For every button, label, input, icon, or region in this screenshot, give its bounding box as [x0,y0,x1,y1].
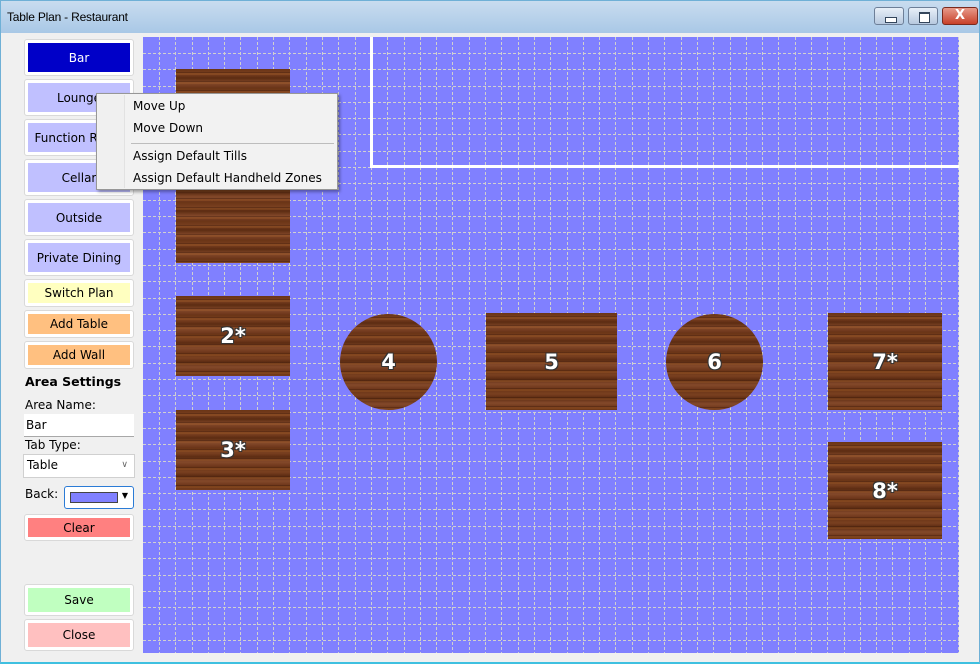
tab-type-label: Tab Type: [25,438,81,452]
table-label: 5 [544,349,559,374]
add-table-button[interactable]: Add Table [24,310,134,338]
table-3[interactable]: 3* [176,410,290,490]
table-label: 4 [381,350,396,374]
title-bar[interactable]: Table Plan - Restaurant X [1,1,979,33]
table-label: 2* [220,324,246,348]
menu-item-move-down[interactable]: Move Down [99,117,335,139]
clear-label: Clear [28,518,130,537]
area-button-bar[interactable]: Bar [24,39,134,76]
context-menu: Move Up Move Down Assign Default Tills A… [96,93,338,190]
table-2[interactable]: 2* [176,296,290,376]
table-label: 8* [872,478,898,503]
switch-plan-label: Switch Plan [28,283,130,303]
maximize-button[interactable] [908,7,938,25]
menu-item-assign-default-handheld-zones[interactable]: Assign Default Handheld Zones [99,167,335,189]
dropdown-arrow-icon: ▼ [121,491,128,500]
add-table-label: Add Table [28,314,130,334]
clear-button[interactable]: Clear [24,514,134,541]
save-label: Save [28,588,130,612]
minimize-icon [875,8,903,24]
tab-type-select[interactable]: Table ∨ [23,454,135,478]
table-label: 6 [707,350,722,374]
switch-plan-button[interactable]: Switch Plan [24,279,134,307]
table-label: 7* [872,349,898,374]
save-button[interactable]: Save [24,584,134,616]
color-swatch [70,492,118,503]
area-button-label: Bar [28,43,130,72]
table-4[interactable]: 4 [340,314,437,410]
close-window-button[interactable]: X [942,7,978,25]
menu-item-assign-default-tills[interactable]: Assign Default Tills [99,145,335,167]
table-plan-window: Table Plan - Restaurant X Bar Lounge Fun… [0,0,980,664]
area-button-label: Private Dining [28,243,130,272]
area-button-label: Outside [28,203,130,232]
wall-horizontal[interactable] [370,165,959,168]
table-label: 3* [220,438,246,462]
tab-type-value: Table [27,458,59,472]
back-label: Back: [25,487,59,501]
add-wall-label: Add Wall [28,345,130,365]
chevron-down-icon: ∨ [121,460,128,470]
table-6[interactable]: 6 [666,314,763,410]
table-5[interactable]: 5 [486,313,617,410]
maximize-icon [909,8,937,24]
area-settings-heading: Area Settings [25,374,122,389]
table-8[interactable]: 8* [828,442,942,539]
table-7[interactable]: 7* [828,313,942,410]
menu-item-move-up[interactable]: Move Up [99,95,335,117]
close-button[interactable]: Close [24,619,134,651]
area-name-label: Area Name: [25,398,96,412]
add-wall-button[interactable]: Add Wall [24,341,134,369]
window-title: Table Plan - Restaurant [7,10,128,24]
wall-vertical[interactable] [370,37,373,168]
close-icon: X [954,8,966,23]
area-name-input[interactable] [24,414,134,437]
minimize-button[interactable] [874,7,904,25]
back-color-picker[interactable]: ▼ [64,486,134,509]
close-label: Close [28,623,130,647]
area-button-private-dining[interactable]: Private Dining [24,239,134,276]
menu-separator [131,143,334,144]
area-button-outside[interactable]: Outside [24,199,134,236]
